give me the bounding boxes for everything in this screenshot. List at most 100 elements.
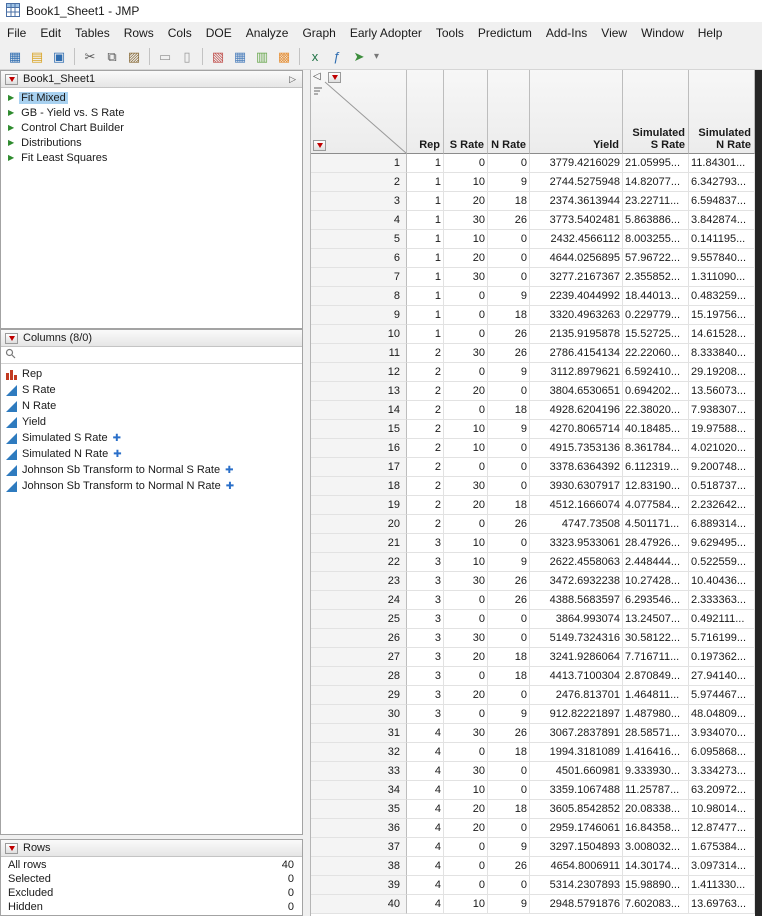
- column-item-simulated-s-rate[interactable]: Simulated S Rate✚: [1, 430, 302, 446]
- table-cell[interactable]: 2: [407, 344, 444, 363]
- table-cell[interactable]: 2622.4558063: [530, 553, 623, 572]
- table-cell[interactable]: 4: [407, 800, 444, 819]
- row-number-cell[interactable]: 22: [311, 553, 407, 572]
- table-cell[interactable]: 12.83190...: [623, 477, 689, 496]
- table-cell[interactable]: 10: [444, 420, 488, 439]
- column-header-s-rate[interactable]: S Rate: [444, 70, 488, 154]
- table-cell[interactable]: 13.56073...: [689, 382, 755, 401]
- table-cell[interactable]: 20: [444, 192, 488, 211]
- table-cell[interactable]: 30: [444, 572, 488, 591]
- row-number-cell[interactable]: 11: [311, 344, 407, 363]
- table-cell[interactable]: 19.97588...: [689, 420, 755, 439]
- row-number-cell[interactable]: 10: [311, 325, 407, 344]
- table-cell[interactable]: 0: [488, 629, 530, 648]
- menu-item-tools[interactable]: Tools: [429, 24, 471, 42]
- table-cell[interactable]: 1: [407, 268, 444, 287]
- table-cell[interactable]: 9: [488, 705, 530, 724]
- columns-menu-red-triangle-icon[interactable]: [5, 333, 18, 344]
- table-cell[interactable]: 48.04809...: [689, 705, 755, 724]
- table-cell[interactable]: 18: [488, 667, 530, 686]
- table-cell[interactable]: 3.097314...: [689, 857, 755, 876]
- script-item-control-chart-builder[interactable]: ▶Control Chart Builder: [1, 120, 302, 135]
- table-cell[interactable]: 9: [488, 420, 530, 439]
- table-cell[interactable]: 2: [407, 439, 444, 458]
- script-item-fit-least-squares[interactable]: ▶Fit Least Squares: [1, 150, 302, 165]
- table-cell[interactable]: 2432.4566112: [530, 230, 623, 249]
- table-cell[interactable]: 12.87477...: [689, 819, 755, 838]
- row-number-cell[interactable]: 3: [311, 192, 407, 211]
- table-cell[interactable]: 18: [488, 648, 530, 667]
- table-cell[interactable]: 3: [407, 591, 444, 610]
- table-cell[interactable]: 3.334273...: [689, 762, 755, 781]
- menu-item-help[interactable]: Help: [691, 24, 730, 42]
- table-cell[interactable]: 0: [444, 325, 488, 344]
- table-cell[interactable]: 4: [407, 762, 444, 781]
- table-cell[interactable]: 2.355852...: [623, 268, 689, 287]
- table-cell[interactable]: 30: [444, 724, 488, 743]
- column-header-rep[interactable]: Rep: [407, 70, 444, 154]
- table-cell[interactable]: 1994.3181089: [530, 743, 623, 762]
- table-cell[interactable]: 5149.7324316: [530, 629, 623, 648]
- table-cell[interactable]: 20: [444, 686, 488, 705]
- column-header-simulated-n-rate[interactable]: Simulated N Rate: [689, 70, 755, 154]
- table-cell[interactable]: 20: [444, 648, 488, 667]
- run-script-icon[interactable]: ➤: [349, 46, 369, 66]
- table-cell[interactable]: 2948.5791876: [530, 895, 623, 914]
- excel-wizard-icon[interactable]: x: [305, 46, 325, 66]
- table-cell[interactable]: 10.40436...: [689, 572, 755, 591]
- table-cell[interactable]: 1: [407, 287, 444, 306]
- table-cell[interactable]: 0: [488, 458, 530, 477]
- script-item-fit-mixed[interactable]: ▶Fit Mixed: [1, 90, 302, 105]
- table-cell[interactable]: 0: [444, 857, 488, 876]
- table-cell[interactable]: 0: [444, 667, 488, 686]
- table-cell[interactable]: 0: [444, 401, 488, 420]
- table-cell[interactable]: 8.003255...: [623, 230, 689, 249]
- table-cell[interactable]: 3: [407, 610, 444, 629]
- data-table-grid-icon[interactable]: ▦: [230, 46, 250, 66]
- table-cell[interactable]: 1: [407, 192, 444, 211]
- table-cell[interactable]: 26: [488, 724, 530, 743]
- table-cell[interactable]: 0.518737...: [689, 477, 755, 496]
- save-icon[interactable]: ▣: [49, 46, 69, 66]
- table-cell[interactable]: 10: [444, 439, 488, 458]
- table-cell[interactable]: 1: [407, 325, 444, 344]
- table-cell[interactable]: 57.96722...: [623, 249, 689, 268]
- table-cell[interactable]: 0: [488, 534, 530, 553]
- table-cell[interactable]: 0.694202...: [623, 382, 689, 401]
- table-cell[interactable]: 6.293546...: [623, 591, 689, 610]
- table-cell[interactable]: 10.27428...: [623, 572, 689, 591]
- table-cell[interactable]: 6.095868...: [689, 743, 755, 762]
- table-cell[interactable]: 0: [488, 154, 530, 173]
- column-item-n-rate[interactable]: N Rate: [1, 398, 302, 414]
- menu-item-cols[interactable]: Cols: [161, 24, 199, 42]
- table-cell[interactable]: 30.58122...: [623, 629, 689, 648]
- journal-icon[interactable]: ▭: [155, 46, 175, 66]
- row-number-cell[interactable]: 1: [311, 154, 407, 173]
- table-cell[interactable]: 3605.8542852: [530, 800, 623, 819]
- table-cell[interactable]: 9: [488, 895, 530, 914]
- table-cell[interactable]: 28.47926...: [623, 534, 689, 553]
- table-cell[interactable]: 3067.2837891: [530, 724, 623, 743]
- table-cell[interactable]: 1.311090...: [689, 268, 755, 287]
- script-item-gb-yield-vs-s-rate[interactable]: ▶GB - Yield vs. S Rate: [1, 105, 302, 120]
- table-cell[interactable]: 0: [444, 705, 488, 724]
- row-number-cell[interactable]: 28: [311, 667, 407, 686]
- table-cell[interactable]: 10: [444, 173, 488, 192]
- table-cell[interactable]: 18: [488, 401, 530, 420]
- table-cell[interactable]: 16.84358...: [623, 819, 689, 838]
- formula-plus-icon[interactable]: ✚: [113, 433, 121, 444]
- table-cell[interactable]: 4644.0256895: [530, 249, 623, 268]
- table-cell[interactable]: 30: [444, 268, 488, 287]
- table-cell[interactable]: 0.492111...: [689, 610, 755, 629]
- table-cell[interactable]: 4654.8006911: [530, 857, 623, 876]
- table-cell[interactable]: 4.077584...: [623, 496, 689, 515]
- formula-plus-icon[interactable]: ✚: [226, 481, 234, 492]
- table-cell[interactable]: 18: [488, 743, 530, 762]
- table-cell[interactable]: 63.20972...: [689, 781, 755, 800]
- row-number-cell[interactable]: 15: [311, 420, 407, 439]
- table-cell[interactable]: 22.38020...: [623, 401, 689, 420]
- table-cell[interactable]: 20: [444, 249, 488, 268]
- table-cell[interactable]: 10: [444, 230, 488, 249]
- table-cell[interactable]: 2: [407, 420, 444, 439]
- row-number-cell[interactable]: 29: [311, 686, 407, 705]
